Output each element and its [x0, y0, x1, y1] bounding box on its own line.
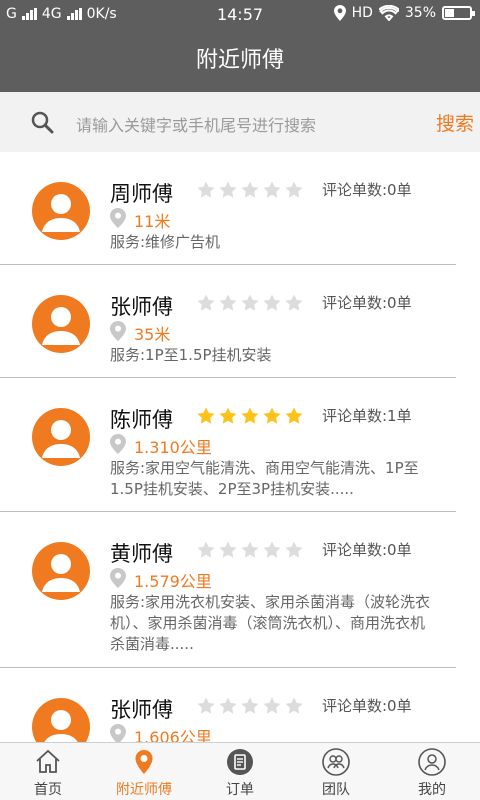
service-description: 服务:维修广告机	[110, 233, 221, 251]
star-icon	[197, 181, 215, 198]
wifi-icon	[378, 5, 399, 21]
worker-list-item[interactable]: 张师傅 评论单数:0单 1.606公里	[0, 668, 456, 742]
profile-icon	[418, 748, 446, 776]
tab-profile-label: 我的	[418, 782, 446, 798]
star-icon	[197, 697, 215, 714]
home-icon	[36, 749, 60, 773]
star-icon	[285, 181, 303, 198]
worker-name: 陈师傅	[110, 408, 173, 432]
star-icon	[241, 541, 259, 558]
worker-name: 张师傅	[110, 295, 173, 319]
review-count: 评论单数:0单	[322, 697, 412, 715]
star-icon	[263, 697, 281, 714]
tab-orders-label: 订单	[226, 782, 254, 798]
status-bar: G 4G 0K/s 14:57 HD 35%	[0, 0, 480, 30]
location-pin-icon	[110, 321, 126, 341]
star-icon	[241, 181, 259, 198]
battery-label: 35%	[404, 5, 436, 21]
star-icon	[197, 294, 215, 311]
app-screen: G 4G 0K/s 14:57 HD 35% 附近师傅 请输入关键字或手机尾号进…	[0, 0, 480, 800]
star-icon	[285, 697, 303, 714]
worker-list-item[interactable]: 张师傅 评论单数:0单 35米服务:1P至1.5P挂机安装	[0, 265, 456, 378]
location-pin-icon	[135, 750, 153, 774]
person-icon	[44, 710, 78, 742]
rating-stars	[196, 180, 304, 200]
star-icon	[219, 181, 237, 198]
status-right: HD 35%	[333, 5, 475, 21]
search-icon	[31, 111, 54, 134]
order-icon	[227, 749, 253, 775]
worker-name: 周师傅	[110, 182, 173, 206]
bottom-tab-bar: 首页 附近师傅 订单 团队 我的	[0, 742, 480, 800]
tab-nearby[interactable]: 附近师傅	[96, 743, 192, 800]
avatar	[32, 295, 90, 353]
worker-name: 张师傅	[110, 698, 173, 722]
avatar	[32, 408, 90, 466]
star-icon	[241, 407, 259, 424]
star-icon	[285, 407, 303, 424]
star-icon	[219, 407, 237, 424]
worker-name: 黄师傅	[110, 542, 173, 566]
tab-profile[interactable]: 我的	[384, 743, 480, 800]
location-icon	[333, 5, 346, 21]
location-pin-icon	[110, 208, 126, 228]
rating-stars	[196, 696, 304, 716]
rating-stars	[196, 540, 304, 560]
star-icon	[285, 541, 303, 558]
person-icon	[42, 554, 80, 592]
star-icon	[263, 541, 281, 558]
search-input[interactable]: 请输入关键字或手机尾号进行搜索	[76, 112, 316, 136]
distance: 1.579公里	[134, 572, 212, 591]
star-icon	[241, 697, 259, 714]
star-icon	[197, 407, 215, 424]
avatar	[32, 698, 90, 742]
rating-stars	[196, 293, 304, 313]
star-icon	[219, 294, 237, 311]
service-description: 服务:家用空气能清洗、商用空气能清洗、1P至1.5P挂机安装、2P至3P挂机安装…	[110, 459, 419, 498]
location-pin-icon	[110, 568, 126, 588]
tab-home-label: 首页	[34, 782, 62, 798]
distance: 1.606公里	[134, 728, 212, 742]
worker-list-item[interactable]: 黄师傅 评论单数:0单 1.579公里服务:家用洗衣机安装、家用杀菌消毒（波轮洗衣机…	[0, 512, 456, 668]
worker-list: 周师傅 评论单数:0单 11米 服务:维修广告机 张师傅 评论单数:0单 35米 服务:1P至…	[0, 152, 480, 742]
avatar	[32, 542, 90, 600]
star-icon	[263, 181, 281, 198]
tab-nearby-label: 附近师傅	[116, 782, 172, 798]
review-count: 评论单数:0单	[322, 181, 412, 199]
review-count: 评论单数:0单	[322, 541, 412, 559]
review-count: 评论单数:1单	[322, 407, 412, 425]
hd-label: HD	[351, 5, 373, 21]
battery-icon	[442, 6, 475, 20]
tab-team-label: 团队	[322, 782, 350, 798]
distance: 11米	[134, 212, 171, 231]
worker-list-item[interactable]: 周师傅 评论单数:0单 11米服务:维修广告机	[0, 152, 456, 265]
person-icon	[42, 420, 80, 458]
service-description: 服务:家用洗衣机安装、家用杀菌消毒（波轮洗衣机）、家用杀菌消毒（滚筒洗衣机）、商…	[110, 593, 431, 653]
star-icon	[197, 541, 215, 558]
tab-home[interactable]: 首页	[0, 743, 96, 800]
rating-stars	[196, 406, 304, 426]
star-icon	[263, 407, 281, 424]
search-button[interactable]: 搜索	[436, 109, 474, 136]
worker-list-item[interactable]: 陈师傅 评论单数:1单 1.310公里服务:家用空气能清洗、商用空气能清洗、1P至1…	[0, 378, 456, 512]
person-icon	[42, 307, 80, 345]
search-bar: 请输入关键字或手机尾号进行搜索 搜索	[0, 92, 480, 152]
star-icon	[285, 294, 303, 311]
star-icon	[219, 697, 237, 714]
avatar	[32, 182, 90, 240]
location-pin-icon	[110, 434, 126, 454]
review-count: 评论单数:0单	[322, 294, 412, 312]
team-icon	[322, 748, 350, 776]
distance: 1.310公里	[134, 438, 212, 457]
distance: 35米	[134, 325, 171, 344]
star-icon	[241, 294, 259, 311]
page-title: 附近师傅	[0, 30, 480, 92]
star-icon	[219, 541, 237, 558]
location-pin-icon	[110, 724, 126, 742]
service-description: 服务:1P至1.5P挂机安装	[110, 346, 272, 364]
tab-orders[interactable]: 订单	[192, 743, 288, 800]
tab-team[interactable]: 团队	[288, 743, 384, 800]
person-icon	[42, 194, 80, 232]
star-icon	[263, 294, 281, 311]
